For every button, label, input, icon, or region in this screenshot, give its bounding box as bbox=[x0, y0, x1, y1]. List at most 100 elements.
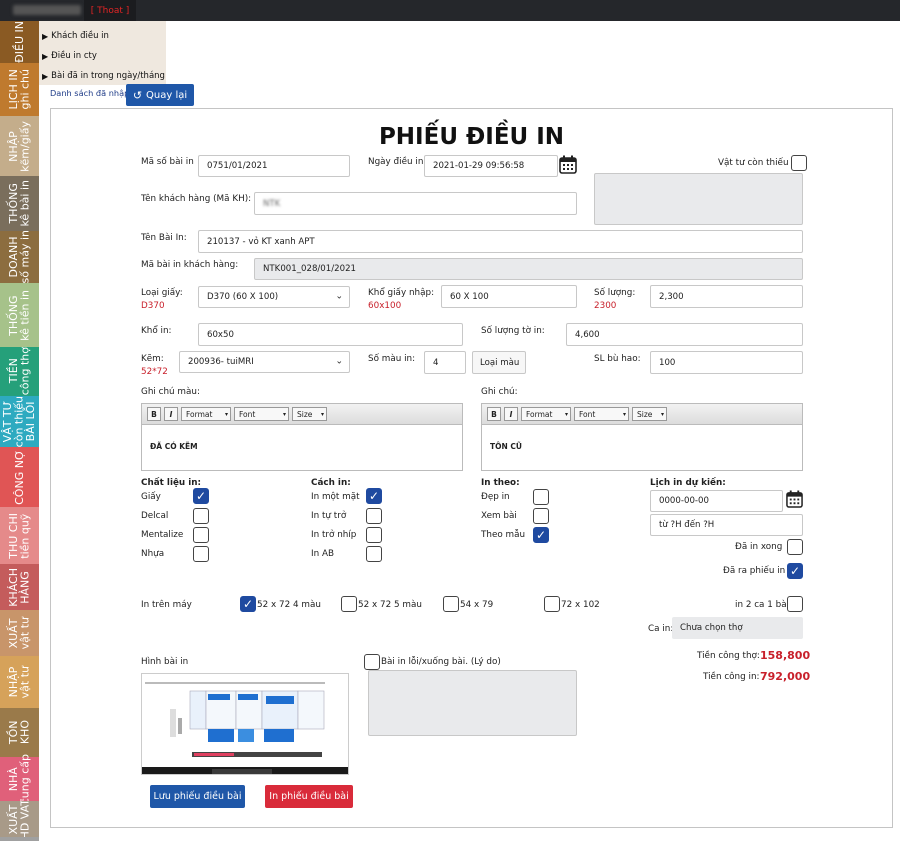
size-select[interactable]: Size ▾ bbox=[292, 407, 327, 421]
tien-cong-tho-value: 158,800 bbox=[760, 649, 811, 662]
ma-so-label: Mã số bài in bbox=[141, 157, 194, 167]
kho-in-label: Khổ in: bbox=[141, 326, 172, 336]
in2ca-checkbox[interactable] bbox=[787, 596, 803, 612]
may-2-checkbox[interactable] bbox=[443, 596, 459, 612]
sidebar-tab-11[interactable]: XUẤT vật tư bbox=[0, 610, 39, 656]
may-1-checkbox[interactable] bbox=[341, 596, 357, 612]
sidebar-tab-10[interactable]: KHÁCH HÀNG bbox=[0, 564, 39, 610]
loai-giay-select[interactable]: D370 (60 X 100) ⌄ bbox=[198, 286, 350, 308]
editor-content[interactable]: ĐÃ CÓ KẼM bbox=[142, 425, 462, 451]
sidebar-tab-6[interactable]: TIỀN công thợ bbox=[0, 347, 39, 396]
ghi-chu-editor[interactable]: B I Format ▾ Font ▾ Size ▾ TÔN CŨ bbox=[481, 403, 803, 471]
chat-lieu-3-checkbox[interactable] bbox=[193, 546, 209, 562]
loi-textarea[interactable] bbox=[368, 670, 577, 736]
ghi-chu-mau-label: Ghi chú màu: bbox=[141, 387, 200, 397]
menu-item-dieu-in-cty[interactable]: ▶ Điều in cty bbox=[39, 46, 166, 66]
sidebar-tab-label: XUẤT vật tư bbox=[6, 616, 32, 650]
sidebar-tab-14[interactable]: NHÀ cung cấp bbox=[0, 753, 39, 805]
format-select[interactable]: Format ▾ bbox=[521, 407, 571, 421]
save-button[interactable]: Lưu phiếu điều bài bbox=[150, 785, 245, 808]
menu-item-khach-dieu-in[interactable]: ▶ Khách điều in bbox=[39, 26, 166, 46]
in-theo-1-checkbox[interactable] bbox=[533, 508, 549, 524]
cach-in-1-checkbox[interactable] bbox=[366, 508, 382, 524]
in-theo-0-label: Đẹp in bbox=[481, 492, 510, 502]
sidebar-tab-label: NHÀ cung cấp bbox=[6, 753, 32, 805]
sidebar-tab-label: THỐNG kê bài in bbox=[6, 180, 32, 227]
chat-lieu-2-label: Mentalize bbox=[141, 530, 184, 540]
caret-right-icon: ▶ bbox=[42, 31, 49, 41]
kho-in-input[interactable]: 60x50 bbox=[198, 323, 463, 346]
loai-mau-button[interactable]: Loại màu bbox=[472, 351, 526, 374]
tien-cong-tho-label: Tiền công thợ: bbox=[697, 651, 760, 661]
sidebar-tab-5[interactable]: THỐNG kê tiền in bbox=[0, 283, 39, 347]
da-in-xong-label: Đã in xong bbox=[735, 542, 783, 552]
dropdown-arrow-icon: ▾ bbox=[282, 410, 286, 418]
cach-in-3-checkbox[interactable] bbox=[366, 546, 382, 562]
da-in-xong-checkbox[interactable] bbox=[787, 539, 803, 555]
sidebar-tab-label: THỐNG kê tiền in bbox=[6, 289, 32, 341]
chat-lieu-1-checkbox[interactable] bbox=[193, 508, 209, 524]
sidebar-tab-9[interactable]: THU CHI tiền quỹ bbox=[0, 507, 39, 564]
may-0-checkbox[interactable]: ✓ bbox=[240, 596, 256, 612]
kh-input[interactable]: NTK bbox=[254, 192, 577, 215]
kho-giay-input[interactable]: 60 X 100 bbox=[441, 285, 577, 308]
sidebar-tab-label: TIỀN công thợ bbox=[6, 347, 32, 396]
in-theo-0-checkbox[interactable] bbox=[533, 489, 549, 505]
font-select[interactable]: Font ▾ bbox=[574, 407, 629, 421]
in2ca-label: in 2 ca 1 bài bbox=[735, 600, 790, 610]
print-image[interactable] bbox=[141, 673, 349, 775]
calendar-icon[interactable] bbox=[786, 490, 803, 508]
ma-bai-kh-input[interactable]: NTK001_028/01/2021 bbox=[254, 258, 803, 280]
editor-content[interactable]: TÔN CŨ bbox=[482, 425, 802, 451]
calendar-icon[interactable] bbox=[559, 155, 577, 174]
sidebar-tab-1[interactable]: LỊCH IN ghi chú bbox=[0, 63, 39, 116]
sidebar-tab-3[interactable]: THỐNG kê bài in bbox=[0, 176, 39, 231]
sidebar-tab-16[interactable]: T bbox=[0, 837, 39, 841]
so-mau-input[interactable]: 4 bbox=[424, 351, 466, 374]
tien-cong-in-value: 792,000 bbox=[760, 670, 811, 683]
size-select[interactable]: Size ▾ bbox=[632, 407, 667, 421]
sidebar-tab-8[interactable]: CÔNG NỢ bbox=[0, 447, 39, 507]
ca-in-select[interactable]: Chưa chọn thợ bbox=[672, 617, 803, 639]
sidebar-tab-15[interactable]: XUẤT HD VAT bbox=[0, 799, 39, 839]
bold-button[interactable]: B bbox=[147, 407, 161, 421]
logout-link[interactable]: [ Thoat ] bbox=[84, 0, 136, 21]
so-to-input[interactable]: 4,600 bbox=[566, 323, 803, 346]
chat-lieu-2-checkbox[interactable] bbox=[193, 527, 209, 543]
bold-button[interactable]: B bbox=[487, 407, 501, 421]
loi-checkbox[interactable] bbox=[364, 654, 380, 670]
vat-tu-textarea[interactable] bbox=[594, 173, 803, 225]
italic-button[interactable]: I bbox=[164, 407, 178, 421]
lich-date-input[interactable]: 0000-00-00 bbox=[650, 490, 783, 512]
vat-tu-checkbox[interactable] bbox=[791, 155, 807, 171]
cach-in-0-checkbox[interactable]: ✓ bbox=[366, 488, 382, 504]
sidebar-tab-4[interactable]: DOANH số máy in bbox=[0, 230, 39, 284]
ngay-input[interactable]: 2021-01-29 09:56:58 bbox=[424, 155, 558, 177]
menu-item-bai-da-in[interactable]: ▶ Bài đã in trong ngày/tháng bbox=[39, 66, 166, 86]
da-ra-phieu-label: Đã ra phiếu in bbox=[723, 566, 786, 576]
cach-in-2-checkbox[interactable] bbox=[366, 527, 382, 543]
ma-so-input[interactable]: 0751/01/2021 bbox=[198, 155, 350, 177]
list-link[interactable]: Danh sách đã nhập bbox=[50, 88, 129, 98]
sidebar-tab-13[interactable]: TỒN KHO bbox=[0, 708, 39, 757]
back-button[interactable]: ↺ Quay lại bbox=[126, 84, 194, 106]
sidebar-tab-0[interactable]: ĐIỀU IN bbox=[0, 21, 39, 63]
bu-hao-input[interactable]: 100 bbox=[650, 351, 803, 374]
sidebar-tab-12[interactable]: NHẬP vật tư bbox=[0, 656, 39, 708]
lich-time-input[interactable]: từ ?H đến ?H bbox=[650, 514, 803, 536]
italic-button[interactable]: I bbox=[504, 407, 518, 421]
da-ra-phieu-checkbox[interactable]: ✓ bbox=[787, 563, 803, 579]
format-select[interactable]: Format ▾ bbox=[181, 407, 231, 421]
print-button[interactable]: In phiếu điều bài bbox=[265, 785, 353, 808]
ten-bai-input[interactable]: 210137 - vỏ KT xanh APT bbox=[198, 230, 803, 253]
in-theo-2-checkbox[interactable]: ✓ bbox=[533, 527, 549, 543]
ghi-chu-mau-editor[interactable]: B I Format ▾ Font ▾ Size ▾ ĐÃ CÓ KẼM bbox=[141, 403, 463, 471]
so-luong-input[interactable]: 2,300 bbox=[650, 285, 803, 308]
may-3-checkbox[interactable] bbox=[544, 596, 560, 612]
lich-title: Lịch in dự kiến: bbox=[650, 478, 726, 488]
kem-select[interactable]: 200936- tuiMRI ⌄ bbox=[179, 351, 350, 373]
in-theo-title: In theo: bbox=[481, 478, 520, 488]
sidebar-tab-7[interactable]: VẬT TƯ còn thiếu BÀI LỖI bbox=[0, 396, 39, 447]
font-select[interactable]: Font ▾ bbox=[234, 407, 289, 421]
chat-lieu-0-checkbox[interactable]: ✓ bbox=[193, 488, 209, 504]
